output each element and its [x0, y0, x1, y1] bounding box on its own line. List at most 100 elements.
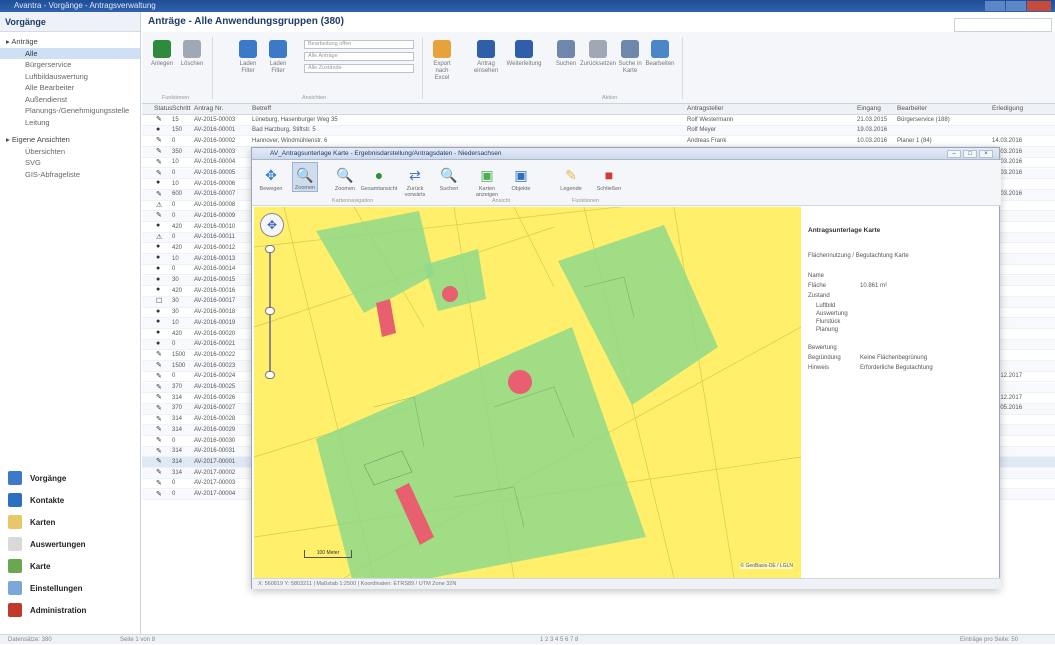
- dialog-ribbon-button-3[interactable]: ● Gesamtansicht: [361, 166, 398, 192]
- module-label: Vorgänge: [30, 473, 67, 483]
- row-status-icon: ●: [156, 243, 161, 251]
- column-header[interactable]: Antrag Nr.: [194, 105, 223, 112]
- dialog-minimize-button[interactable]: –: [947, 150, 961, 158]
- dialog-ribbon-button-7[interactable]: ▣ Objekte: [508, 166, 534, 192]
- panel-field-label: Auswertung: [816, 311, 848, 317]
- column-header[interactable]: Bearbeiter: [897, 105, 927, 112]
- sidebar-item[interactable]: GIS-Abfrageliste: [0, 169, 140, 181]
- zoom-level-knob[interactable]: [265, 307, 275, 315]
- dialog-ribbon-button-2[interactable]: 🔍 Zoomen: [332, 166, 358, 192]
- ribbon-dropdown[interactable]: Alle Anträge: [304, 52, 414, 61]
- zoom-out-knob[interactable]: [265, 371, 275, 379]
- module-auswertungen[interactable]: Auswertungen: [0, 533, 140, 555]
- sidebar-item[interactable]: Außendienst: [0, 94, 140, 106]
- sidebar-item[interactable]: Planungs-/Genehmigungsstelle: [0, 105, 140, 117]
- panel-field-label: Begründung: [808, 355, 841, 361]
- panel-field-label: Flurstück: [816, 319, 841, 325]
- sidebar-item[interactable]: Bürgerservice: [0, 59, 140, 71]
- dialog-ribbon-button-8[interactable]: ✎ Legende: [558, 166, 584, 192]
- map-view[interactable]: ✥ 100 Meter © GeoBasis-DE / LGLN: [254, 207, 801, 578]
- move-arrows-icon: ✥: [266, 218, 278, 232]
- zoom-in-knob[interactable]: [265, 245, 275, 253]
- cell-schritt: 314: [172, 448, 183, 455]
- ribbon-dropdown[interactable]: Alle Zustände: [304, 64, 414, 73]
- dialog-close-button[interactable]: ×: [979, 150, 993, 158]
- ribbon-group-label: Funktionen: [162, 95, 190, 101]
- ribbon-button-4[interactable]: Export nach Excel: [428, 40, 456, 82]
- cell-schritt: 0: [172, 202, 176, 209]
- dialog-ribbon-button-4[interactable]: ⇄ Zurück vorwärts: [402, 166, 428, 198]
- column-header[interactable]: Erledigung: [992, 105, 1023, 112]
- cell-betreff: Bad Harzburg, Stiftstr. 5: [252, 127, 316, 134]
- module-karten[interactable]: Karten: [0, 511, 140, 533]
- cell-antragsteller: Rolf Westermann: [687, 116, 734, 123]
- dialog-ribbon-group-label: Ansicht: [492, 198, 511, 204]
- ribbon-button-8[interactable]: Zurücksetzen: [580, 40, 616, 68]
- ribbon-button-1[interactable]: Löschen: [178, 40, 206, 68]
- sidebar-item[interactable]: Luftbildauswertung: [0, 71, 140, 83]
- module-administration[interactable]: Administration: [0, 599, 140, 621]
- ribbon-button-label: Löschen: [180, 61, 204, 67]
- dialog-maximize-button[interactable]: □: [963, 150, 977, 158]
- dialog-ribbon-icon: ■: [604, 167, 614, 183]
- dialog-ribbon: ✥ Bewegen 🔍 Zoomen 🔍 Zoomen ● Gesamtansicht ⇄ Zur…: [252, 160, 1001, 206]
- minimize-button[interactable]: [985, 1, 1005, 11]
- row-status-icon: ●: [156, 339, 161, 347]
- dialog-ribbon-button-0[interactable]: ✥ Bewegen: [258, 166, 284, 192]
- ribbon-button-0[interactable]: Anlegen: [148, 40, 176, 68]
- ribbon-button-10[interactable]: Bearbeiten: [645, 40, 675, 68]
- cell-nr: AV-2016-00029: [194, 426, 236, 433]
- sidebar-item[interactable]: SVG: [0, 157, 140, 169]
- module-einstellungen[interactable]: Einstellungen: [0, 577, 140, 599]
- cell-schritt: 1500: [172, 362, 186, 369]
- table-row[interactable]: ✎ 0 AV-2016-00002 Hannover, Windmühlenstr. …: [142, 136, 1055, 148]
- ribbon-icon: [557, 40, 575, 58]
- module-karte[interactable]: Karte: [0, 555, 140, 577]
- column-header[interactable]: Antragsteller: [687, 105, 724, 112]
- ribbon-button-7[interactable]: Suchen: [552, 40, 580, 68]
- sidebar-nav: ▸ Anträge Alle Bürgerservice Luftbildauswer…: [0, 32, 140, 180]
- ribbon-button-3[interactable]: Laden Filter: [264, 40, 292, 75]
- panel-field-label: Hinweis: [808, 365, 830, 371]
- ribbon-button-2[interactable]: Laden Filter: [234, 40, 262, 75]
- cell-nr: AV-2016-00030: [194, 437, 236, 444]
- ribbon-button-6[interactable]: Weiterleitung: [507, 40, 541, 68]
- zoom-slider[interactable]: [265, 245, 275, 379]
- dialog-ribbon-button-1[interactable]: 🔍 Zoomen: [292, 162, 318, 192]
- ribbon-button-5[interactable]: Antrag einsehen: [472, 40, 500, 75]
- column-header[interactable]: Betreff: [252, 105, 271, 112]
- panel-field-label: Name: [808, 273, 825, 279]
- sidebar-item[interactable]: Alle Bearbeiter: [0, 82, 140, 94]
- close-button[interactable]: [1027, 1, 1051, 11]
- cell-schritt: 420: [172, 244, 183, 251]
- dialog-ribbon-button-9[interactable]: ■ Schließen: [596, 166, 622, 192]
- map-canvas[interactable]: [254, 207, 801, 578]
- ribbon-dropdown[interactable]: Bearbeitung offen: [304, 40, 414, 49]
- cell-nr: AV-2016-00025: [194, 384, 236, 390]
- module-vorgänge[interactable]: Vorgänge: [0, 467, 140, 489]
- column-header[interactable]: Status: [154, 105, 172, 112]
- cell-nr: AV-2017-00002: [194, 469, 236, 476]
- ribbon-button-label: Suchen: [555, 61, 577, 67]
- cell-schritt: 420: [172, 223, 183, 230]
- table-row[interactable]: ● 150 AV-2016-00001 Bad Harzburg, Stiftstr.…: [142, 125, 1055, 137]
- sidebar-item[interactable]: Alle: [0, 47, 140, 59]
- row-status-icon: ✎: [156, 426, 162, 434]
- dialog-ribbon-button-6[interactable]: ▣ Karten anzeigen: [474, 166, 500, 198]
- search-input[interactable]: [954, 18, 1052, 32]
- table-row[interactable]: ✎ 15 AV-2015-00003 Lüneburg, Hasenburger We…: [142, 115, 1055, 126]
- column-header[interactable]: Eingang: [857, 105, 881, 112]
- module-kontakte[interactable]: Kontakte: [0, 489, 140, 511]
- pan-control[interactable]: ✥: [260, 213, 284, 237]
- column-header[interactable]: Schritt: [172, 105, 190, 112]
- sidebar-item[interactable]: Übersichten: [0, 146, 140, 158]
- sidebar-item[interactable]: ▸ Anträge: [0, 36, 140, 48]
- cell-nr: AV-2016-00009: [194, 212, 236, 219]
- sidebar-item[interactable]: ▸ Eigene Ansichten: [0, 134, 140, 146]
- sidebar-item[interactable]: Leitung: [0, 117, 140, 129]
- row-status-icon: ●: [156, 329, 161, 336]
- maximize-button[interactable]: [1006, 1, 1026, 11]
- row-status-icon: ✎: [156, 394, 162, 402]
- ribbon-button-9[interactable]: Suche in Karte: [616, 40, 644, 75]
- dialog-ribbon-button-5[interactable]: 🔍 Suchen: [436, 166, 462, 192]
